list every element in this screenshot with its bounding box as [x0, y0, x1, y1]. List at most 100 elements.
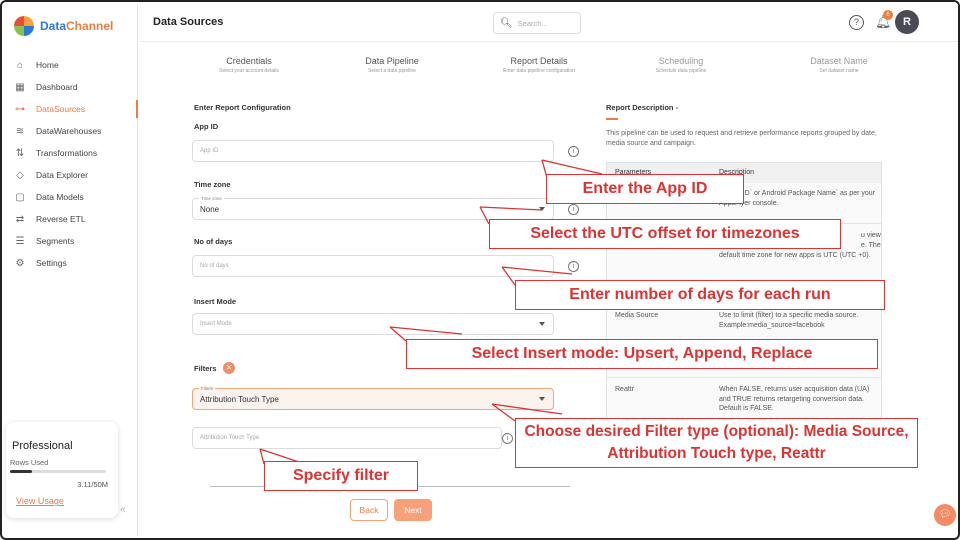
callout-filter-type: Choose desired Filter type (optional): M…	[515, 418, 918, 468]
plan-card: Professional Rows Used 3.11/50M View Usa…	[6, 422, 118, 518]
filter-type-select[interactable]: Filters Attribution Touch Type	[192, 386, 554, 410]
step-sub: Schedule data pipeline	[655, 68, 707, 74]
step-sub: Enter data pipeline configuration	[503, 68, 575, 74]
step-label: Credentials	[226, 56, 272, 66]
sidebar-item-datawarehouses[interactable]: ≋ DataWarehouses	[4, 120, 138, 142]
filter-type-value: Attribution Touch Type	[200, 394, 279, 404]
sidebar-item-label: DataSources	[36, 104, 86, 114]
page-title: Data Sources	[153, 16, 224, 28]
sidebar-nav: ⌂ Home ▦ Dashboard ⊶ DataSources ≋ DataWareh…	[4, 54, 138, 274]
callout-app-id: Enter the App ID	[546, 174, 744, 204]
title-accent	[606, 118, 618, 120]
help-icon[interactable]: ?	[849, 15, 864, 30]
avatar[interactable]: R	[895, 10, 919, 34]
chat-icon[interactable]: 💬︎	[934, 504, 956, 526]
notification-badge: 6	[883, 10, 893, 20]
step-label: Data Pipeline	[365, 56, 419, 66]
days-label: No of days	[194, 237, 233, 246]
row2-fragment-a: u view	[861, 232, 881, 239]
search-icon: 🔍︎	[500, 17, 513, 29]
timezone-value: None	[200, 204, 220, 214]
sidebar-item-label: Data Models	[36, 192, 84, 202]
rows-used-label: Rows Used	[10, 458, 49, 467]
report-description-text: This pipeline can be used to request and…	[606, 130, 877, 147]
sidebar-item-transformations[interactable]: ⇅ Transformations	[4, 142, 138, 164]
sidebar-item-datasources[interactable]: ⊶ DataSources	[4, 98, 138, 120]
collapse-sidebar-icon[interactable]: «	[120, 504, 126, 515]
filter-value-placeholder: Attribution Touch Type	[200, 435, 260, 441]
app-id-label: App ID	[194, 122, 219, 131]
brand-logo[interactable]: DataChannel	[14, 12, 113, 40]
timezone-info-icon[interactable]: i	[568, 204, 579, 215]
step-label: Report Details	[510, 56, 568, 66]
explorer-icon: ◇	[16, 169, 24, 181]
usage-bar	[10, 470, 106, 473]
remove-filter-icon[interactable]: ✕	[223, 362, 235, 374]
insert-mode-label: Insert Mode	[194, 297, 237, 306]
datasources-icon: ⊶	[15, 103, 25, 115]
step-dataset-name[interactable]: Dataset Name Set dataset name	[769, 56, 909, 74]
step-data-pipeline[interactable]: Data Pipeline Select a data pipeline	[322, 56, 462, 74]
step-credentials[interactable]: Credentials Select your account details	[179, 56, 319, 74]
sidebar-item-segments[interactable]: ☰ Segments	[4, 230, 138, 252]
row3-description: Use to limit (filter) to a specific medi…	[719, 312, 859, 329]
brand-name-b: Channel	[66, 19, 114, 33]
sidebar-item-data-explorer[interactable]: ◇ Data Explorer	[4, 164, 138, 186]
filter-info-icon[interactable]: i	[502, 433, 513, 444]
sidebar-item-label: Transformations	[36, 148, 98, 158]
plan-title: Professional	[12, 440, 73, 452]
days-info-icon[interactable]: i	[568, 261, 579, 272]
sidebar-item-label: DataWarehouses	[36, 126, 102, 136]
search-input[interactable]: 🔍︎ Search...	[493, 12, 581, 34]
step-report-details[interactable]: Report Details Enter data pipeline config…	[469, 56, 609, 74]
brand-name: DataChannel	[40, 19, 113, 33]
step-scheduling[interactable]: Scheduling Schedule data pipeline	[611, 56, 751, 74]
row2-description: default time zone for new apps is UTC (U…	[719, 252, 871, 259]
step-sub: Select a data pipeline	[368, 68, 416, 74]
dashboard-icon: ▦	[15, 81, 25, 93]
chevron-down-icon	[539, 207, 545, 211]
app-id-placeholder: App ID	[200, 148, 219, 154]
days-input[interactable]: No of days	[192, 255, 554, 277]
app-id-info-icon[interactable]: i	[568, 146, 579, 157]
report-description-title: Report Description -	[606, 103, 679, 112]
row-divider	[607, 377, 881, 378]
brand-name-a: Data	[40, 19, 67, 33]
step-label: Dataset Name	[810, 56, 868, 66]
step-sub: Set dataset name	[819, 68, 859, 74]
sidebar-item-reverse-etl[interactable]: ⇄ Reverse ETL	[4, 208, 138, 230]
transform-icon: ⇅	[15, 147, 25, 159]
models-icon: ▢	[15, 191, 25, 203]
sidebar-item-label: Home	[36, 60, 59, 70]
home-icon: ⌂	[16, 59, 24, 71]
app-id-input[interactable]: App ID	[192, 140, 554, 162]
filter-float-label: Filters	[199, 386, 216, 391]
sidebar-item-data-models[interactable]: ▢ Data Models	[4, 186, 138, 208]
settings-icon: ⚙	[15, 257, 25, 269]
usage-count: 3.11/50M	[77, 480, 108, 489]
sidebar-item-label: Settings	[36, 258, 67, 268]
view-usage-link[interactable]: View Usage	[16, 496, 64, 506]
sidebar-item-settings[interactable]: ⚙ Settings	[4, 252, 138, 274]
insert-mode-placeholder: Insert Mode	[200, 321, 232, 327]
back-button[interactable]: Back	[350, 499, 388, 521]
timezone-select[interactable]: Time zone None	[192, 196, 554, 220]
sidebar-item-label: Data Explorer	[36, 170, 88, 180]
database-icon: ≋	[15, 125, 25, 137]
sidebar-item-label: Dashboard	[36, 82, 78, 92]
row2-fragment-b: e. The	[861, 242, 881, 249]
callout-specify-filter: Specify filter	[264, 461, 418, 491]
step-sub: Select your account details	[219, 68, 279, 74]
sidebar-item-home[interactable]: ⌂ Home	[4, 54, 138, 76]
chevron-down-icon	[539, 397, 545, 401]
sidebar-item-dashboard[interactable]: ▦ Dashboard	[4, 76, 138, 98]
top-header: Data Sources 🔍︎ Search... ? 🔔︎ 6 R	[139, 4, 958, 42]
row4-parameter: Reattr	[615, 386, 635, 393]
filter-value-input[interactable]: Attribution Touch Type	[192, 427, 502, 449]
callout-timezone: Select the UTC offset for timezones	[489, 219, 841, 249]
sidebar-item-label: Reverse ETL	[36, 214, 86, 224]
timezone-label: Time zone	[194, 180, 231, 189]
next-button[interactable]: Next	[394, 499, 432, 521]
sidebar: DataChannel ⌂ Home ▦ Dashboard ⊶ DataSource…	[4, 4, 138, 536]
insert-mode-select[interactable]: Insert Mode	[192, 313, 554, 335]
